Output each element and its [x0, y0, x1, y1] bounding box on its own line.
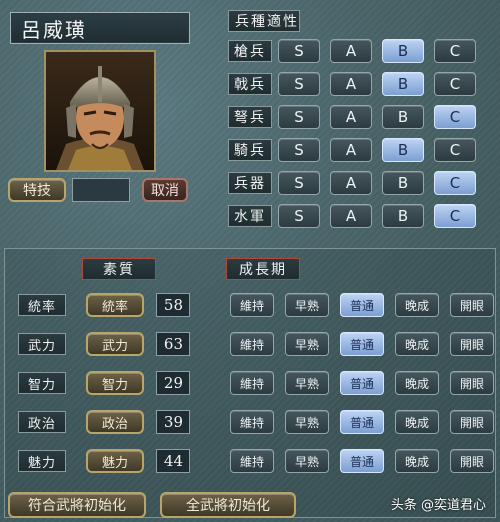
stat-value: 39: [156, 410, 190, 434]
aptitude-row-label: 水軍: [228, 205, 272, 227]
aptitude-header: 兵種適性: [228, 10, 300, 32]
growth-option-button[interactable]: 維持: [230, 293, 274, 317]
stat-value: 29: [156, 371, 190, 395]
growth-header-label: 成長期: [239, 262, 287, 278]
aptitude-row-label: 兵器: [228, 172, 272, 194]
cancel-button[interactable]: 取消: [142, 178, 188, 202]
growth-option-button[interactable]: 晚成: [395, 293, 439, 317]
stat-button[interactable]: 武力: [86, 332, 144, 356]
aptitude-grade-button[interactable]: S: [278, 138, 320, 162]
growth-option-button[interactable]: 維持: [230, 371, 274, 395]
growth-option-button[interactable]: 開眼: [450, 332, 494, 356]
growth-option-button[interactable]: 維持: [230, 449, 274, 473]
stat-label: 魅力: [18, 450, 66, 472]
growth-option-button[interactable]: 維持: [230, 332, 274, 356]
aptitude-row-label: 槍兵: [228, 40, 272, 62]
aptitude-grade-button[interactable]: B: [382, 39, 424, 63]
aptitude-grade-button[interactable]: C: [434, 39, 476, 63]
stat-label: 政治: [18, 411, 66, 433]
growth-option-button[interactable]: 早熟: [285, 371, 329, 395]
skill-button[interactable]: 特技: [8, 178, 66, 202]
aptitude-grade-button[interactable]: S: [278, 72, 320, 96]
quality-header: 素質: [82, 258, 156, 280]
aptitude-grade-button[interactable]: S: [278, 105, 320, 129]
aptitude-grade-button[interactable]: C: [434, 171, 476, 195]
growth-option-button[interactable]: 開眼: [450, 449, 494, 473]
aptitude-row-label: 弩兵: [228, 106, 272, 128]
growth-option-button[interactable]: 晚成: [395, 410, 439, 434]
aptitude-grade-button[interactable]: B: [382, 72, 424, 96]
aptitude-grade-button[interactable]: C: [434, 72, 476, 96]
quality-header-label: 素質: [103, 262, 135, 278]
reset-all-label: 全武將初始化: [186, 498, 270, 514]
growth-option-button[interactable]: 早熟: [285, 410, 329, 434]
growth-option-button[interactable]: 早熟: [285, 293, 329, 317]
stat-button[interactable]: 魅力: [86, 449, 144, 473]
skill-button-label: 特技: [23, 183, 51, 199]
aptitude-grade-button[interactable]: B: [382, 171, 424, 195]
growth-option-button[interactable]: 開眼: [450, 371, 494, 395]
stat-label: 武力: [18, 333, 66, 355]
officer-name: 呂威璜: [21, 17, 87, 42]
portrait-image: [46, 52, 154, 170]
stat-value: 44: [156, 449, 190, 473]
aptitude-grade-button[interactable]: A: [330, 204, 372, 228]
growth-option-button[interactable]: 晚成: [395, 449, 439, 473]
stat-label: 智力: [18, 372, 66, 394]
watermark: 头条 @奕道君心: [390, 498, 486, 513]
growth-header: 成長期: [226, 258, 300, 280]
growth-option-button[interactable]: 早熟: [285, 332, 329, 356]
aptitude-row-label: 戟兵: [228, 73, 272, 95]
aptitude-grade-button[interactable]: B: [382, 138, 424, 162]
aptitude-grade-button[interactable]: A: [330, 171, 372, 195]
stat-button[interactable]: 政治: [86, 410, 144, 434]
reset-all-button[interactable]: 全武將初始化: [160, 492, 296, 518]
growth-option-button[interactable]: 晚成: [395, 332, 439, 356]
reset-fitting-button[interactable]: 符合武將初始化: [8, 492, 146, 518]
aptitude-grade-button[interactable]: A: [330, 138, 372, 162]
stat-button[interactable]: 統率: [86, 293, 144, 317]
growth-option-button[interactable]: 開眼: [450, 293, 494, 317]
growth-option-button[interactable]: 普通: [340, 449, 384, 473]
skill-value-box: [72, 178, 130, 202]
officer-portrait: [44, 50, 156, 172]
growth-option-button[interactable]: 普通: [340, 293, 384, 317]
stat-button[interactable]: 智力: [86, 371, 144, 395]
aptitude-grade-button[interactable]: C: [434, 204, 476, 228]
growth-option-button[interactable]: 維持: [230, 410, 274, 434]
reset-fitting-label: 符合武將初始化: [28, 498, 126, 514]
growth-option-button[interactable]: 開眼: [450, 410, 494, 434]
aptitude-grade-button[interactable]: C: [434, 105, 476, 129]
aptitude-grade-button[interactable]: S: [278, 171, 320, 195]
growth-option-button[interactable]: 普通: [340, 332, 384, 356]
growth-option-button[interactable]: 晚成: [395, 371, 439, 395]
aptitude-header-label: 兵種適性: [235, 14, 299, 30]
stat-value: 63: [156, 332, 190, 356]
stat-label: 統率: [18, 294, 66, 316]
aptitude-grade-button[interactable]: B: [382, 105, 424, 129]
aptitude-row-label: 騎兵: [228, 139, 272, 161]
stat-value: 58: [156, 293, 190, 317]
cancel-button-label: 取消: [151, 183, 179, 199]
officer-name-plate: 呂威璜: [10, 12, 190, 44]
growth-option-button[interactable]: 早熟: [285, 449, 329, 473]
growth-option-button[interactable]: 普通: [340, 371, 384, 395]
aptitude-grade-button[interactable]: A: [330, 72, 372, 96]
aptitude-grade-button[interactable]: A: [330, 105, 372, 129]
aptitude-grade-button[interactable]: S: [278, 204, 320, 228]
officer-edit-screen: 呂威璜 特技 取消 兵種適性 槍兵 S A B C 戟兵 S A B C 弩兵 …: [0, 0, 500, 522]
growth-option-button[interactable]: 普通: [340, 410, 384, 434]
aptitude-grade-button[interactable]: A: [330, 39, 372, 63]
aptitude-grade-button[interactable]: S: [278, 39, 320, 63]
aptitude-grade-button[interactable]: C: [434, 138, 476, 162]
aptitude-grade-button[interactable]: B: [382, 204, 424, 228]
